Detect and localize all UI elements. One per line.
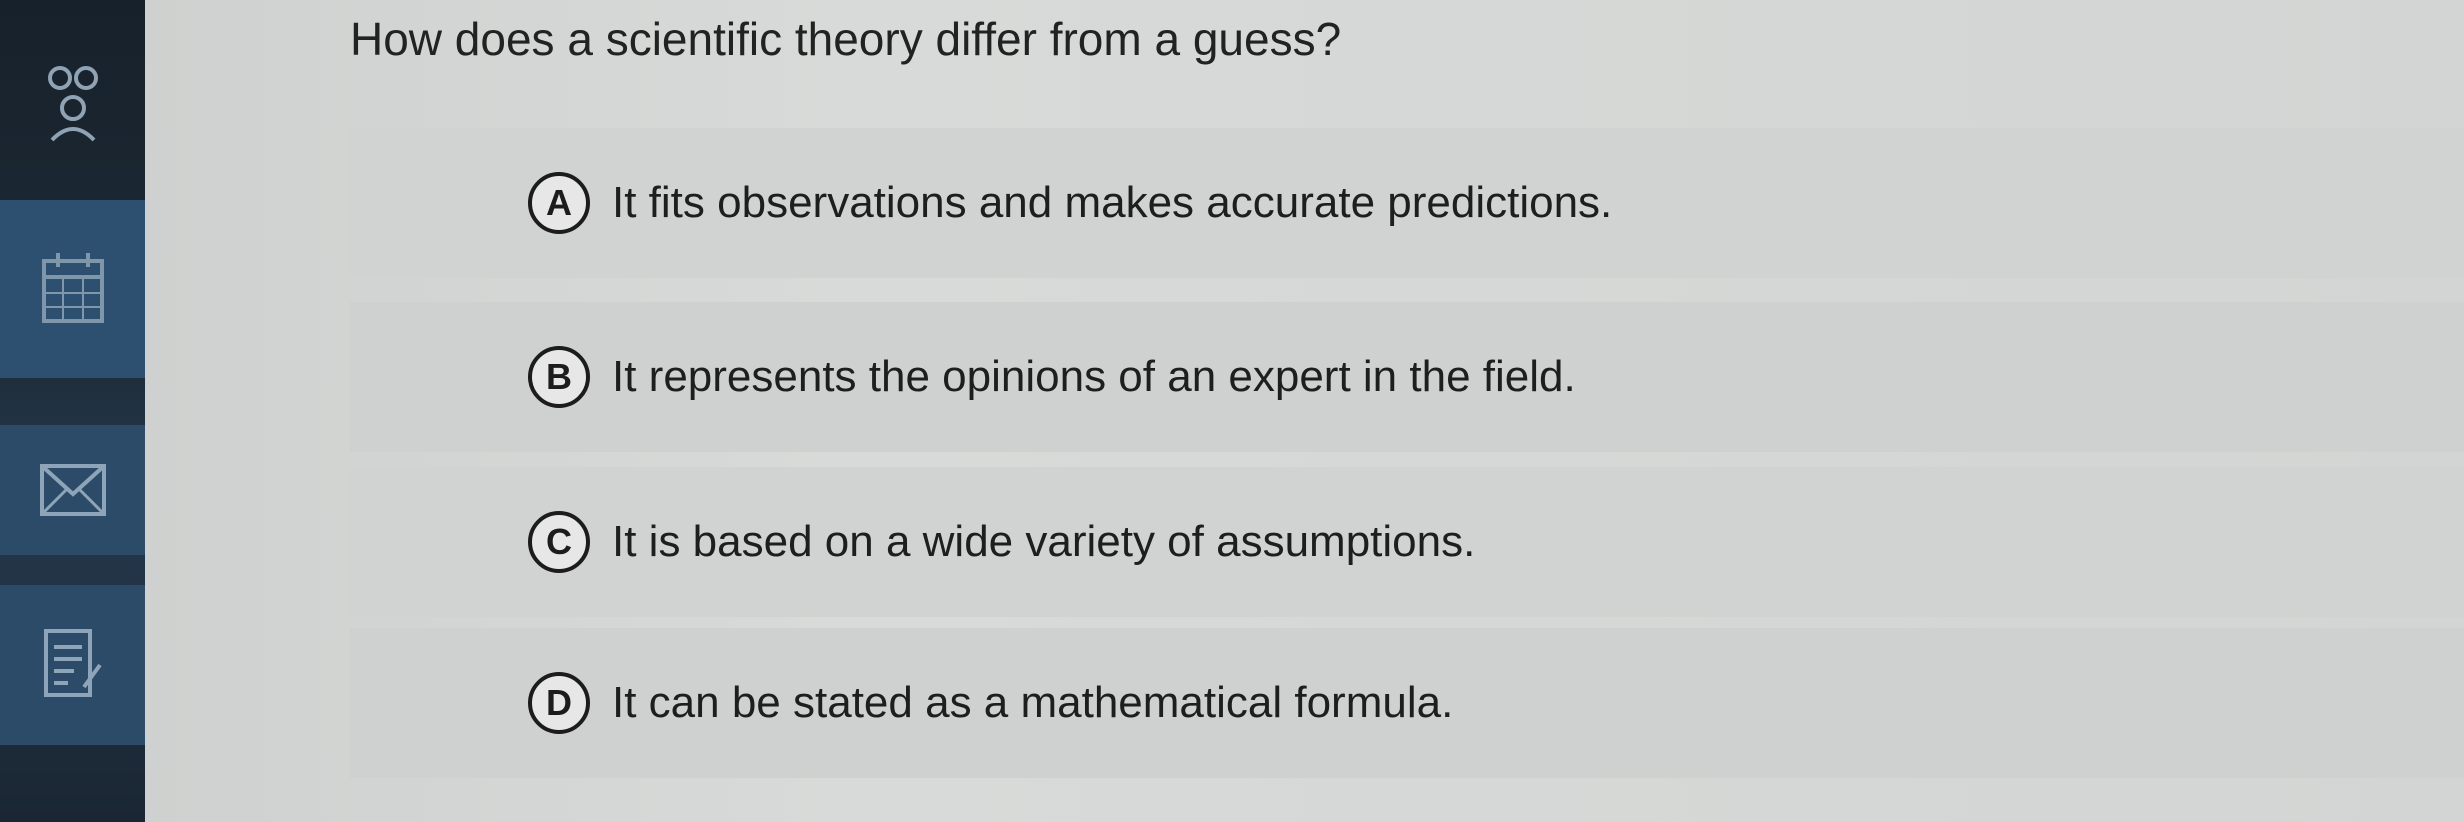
option-letter-c[interactable]: C <box>528 511 590 573</box>
sidebar-item-notes[interactable] <box>0 585 145 745</box>
sidebar-item-calendar[interactable] <box>0 200 145 378</box>
answer-option-b[interactable]: B It represents the opinions of an exper… <box>350 302 2464 452</box>
people-icon <box>38 60 108 150</box>
calendar-icon <box>38 249 108 329</box>
sidebar-item-people[interactable] <box>0 40 145 170</box>
option-text-d: It can be stated as a mathematical formu… <box>612 678 1454 727</box>
answer-option-d[interactable]: D It can be stated as a mathematical for… <box>350 628 2464 778</box>
answer-option-a[interactable]: A It fits observations and makes accurat… <box>350 128 2464 278</box>
option-letter-b[interactable]: B <box>528 346 590 408</box>
sidebar-rail <box>0 0 145 822</box>
option-text-b: It represents the opinions of an expert … <box>612 352 1576 401</box>
option-letter-d[interactable]: D <box>528 672 590 734</box>
notes-icon <box>38 625 108 705</box>
question-panel: How does a scientific theory differ from… <box>145 0 2464 822</box>
option-text-c: It is based on a wide variety of assumpt… <box>612 517 1476 566</box>
sidebar-item-mail[interactable] <box>0 425 145 555</box>
option-text-a: It fits observations and makes accurate … <box>612 178 1613 227</box>
answer-option-c[interactable]: C It is based on a wide variety of assum… <box>350 467 2464 617</box>
question-text: How does a scientific theory differ from… <box>350 13 1342 65</box>
option-letter-a[interactable]: A <box>528 172 590 234</box>
mail-icon <box>38 462 108 518</box>
